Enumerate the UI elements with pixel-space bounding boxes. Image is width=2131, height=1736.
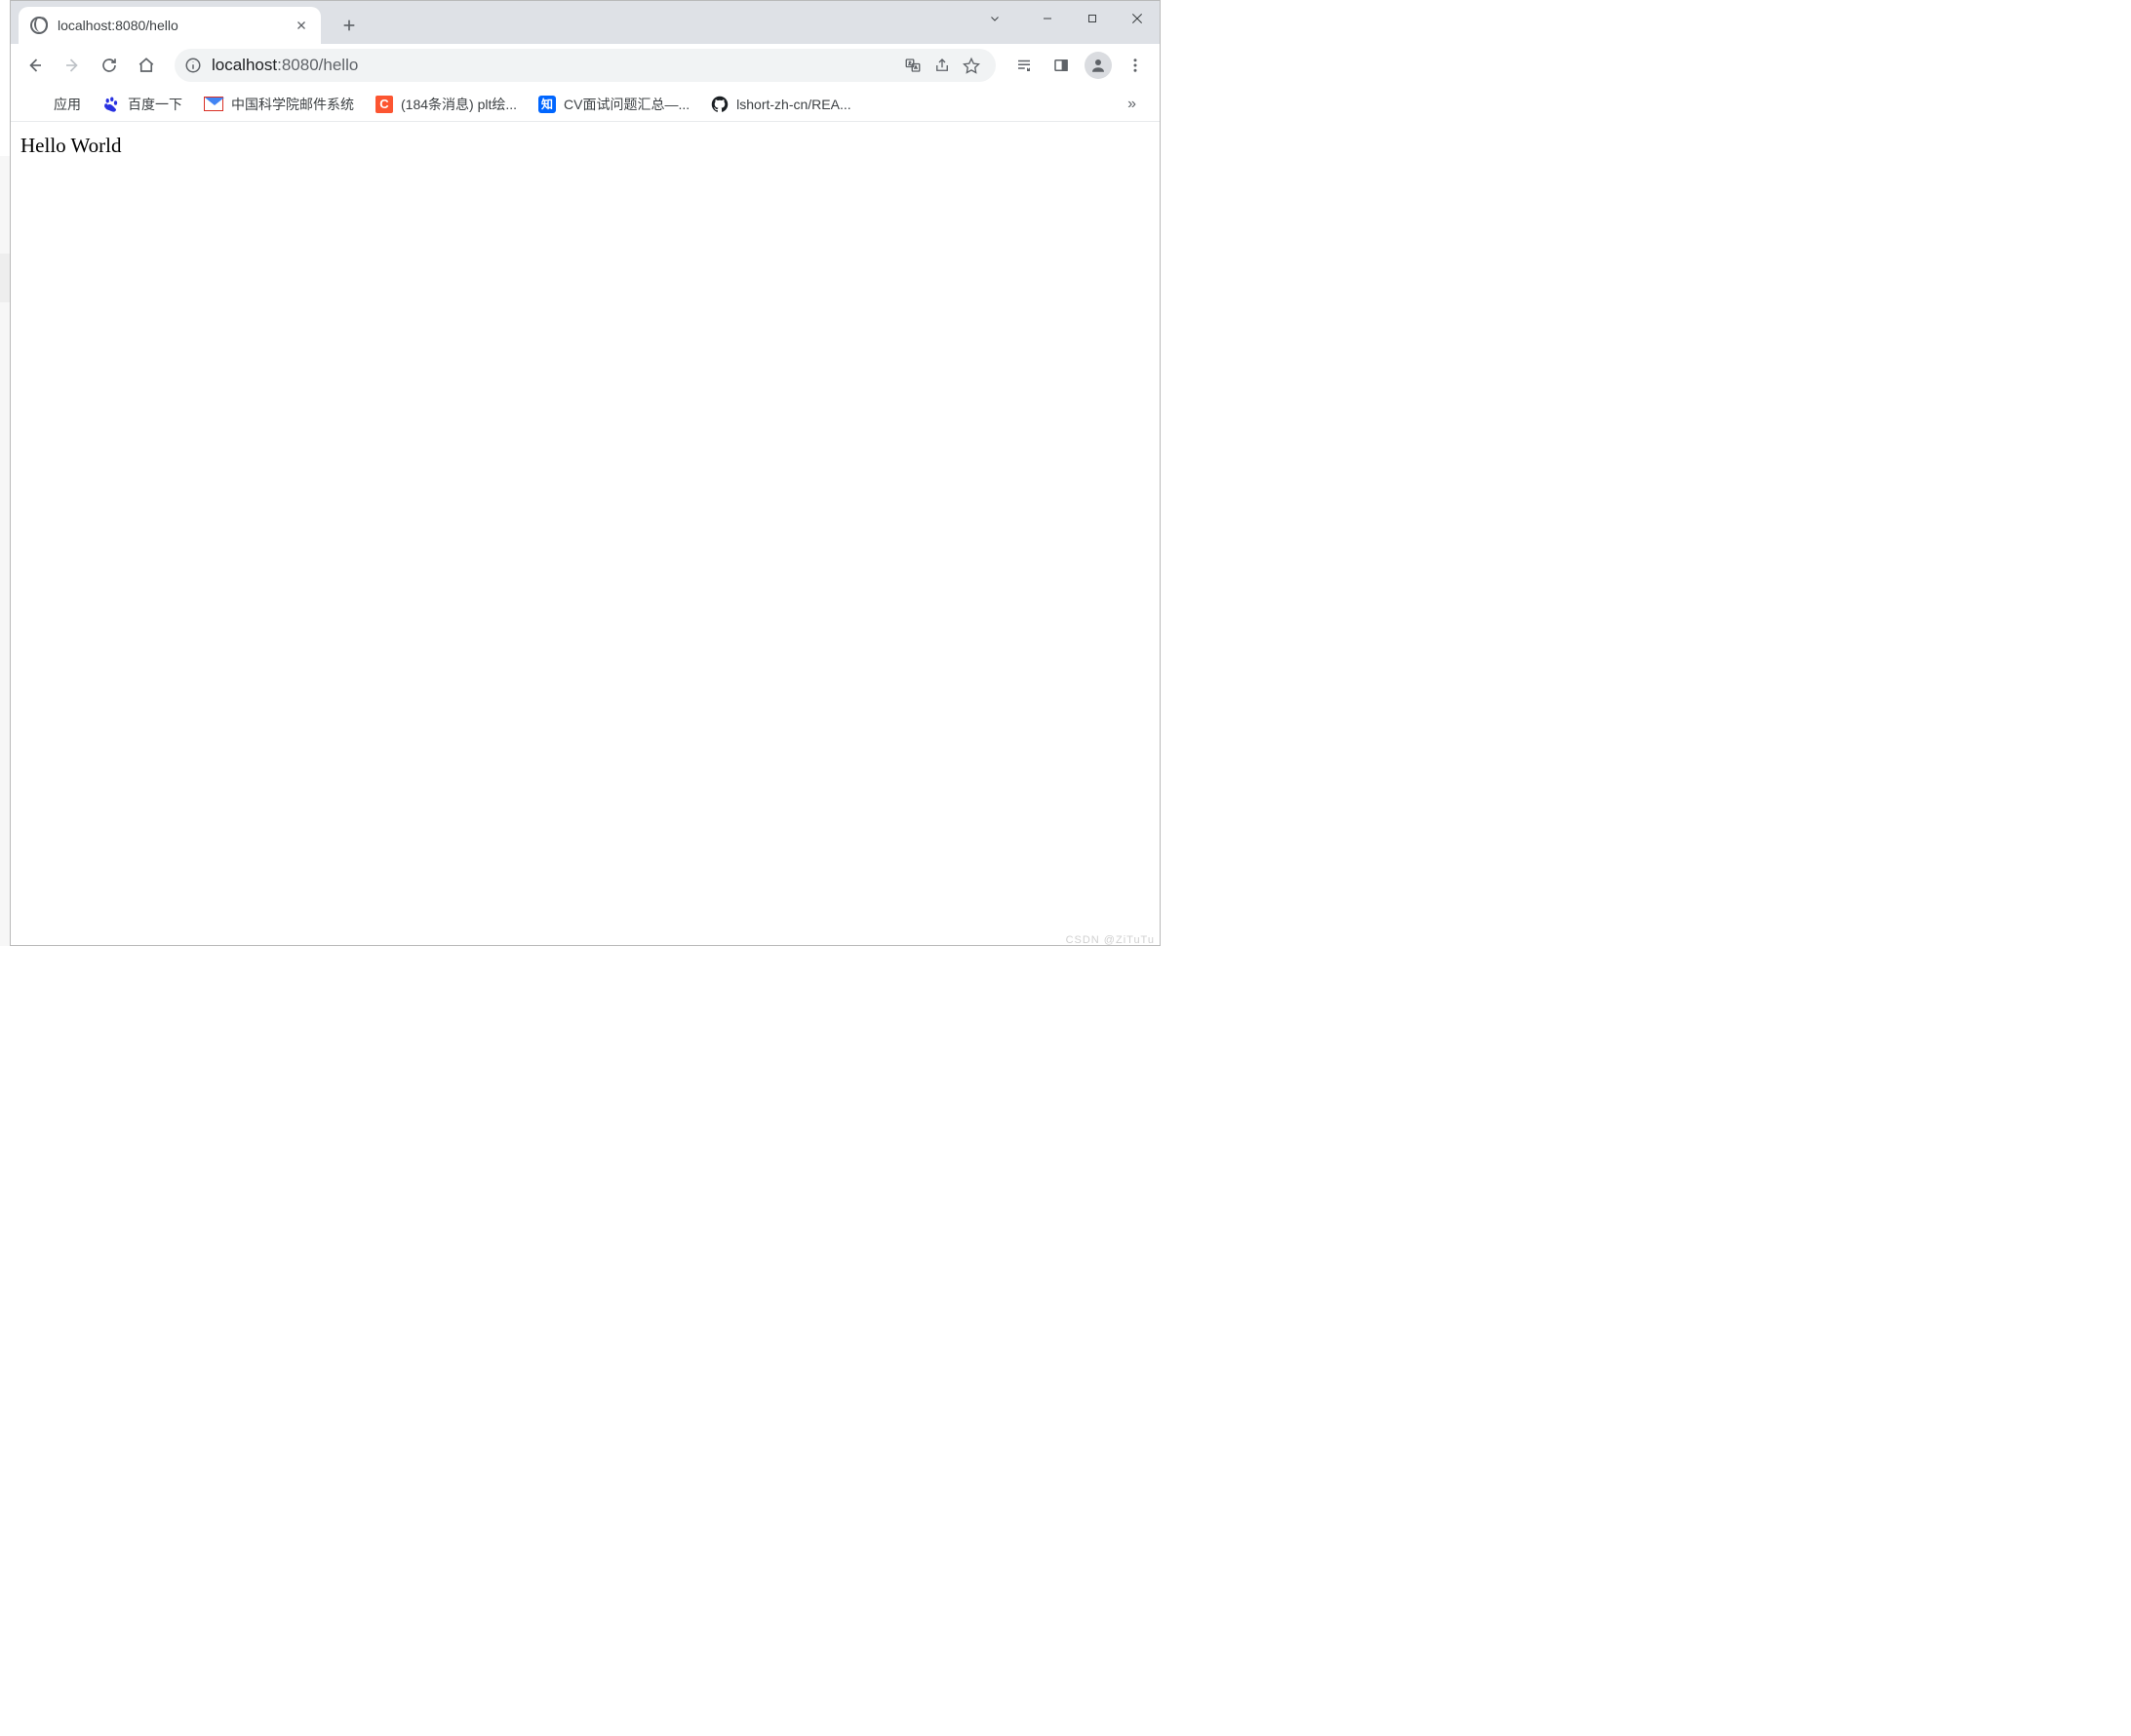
profile-button[interactable] [1082,49,1115,82]
bookmark-zhihu[interactable]: 知 CV面试问题汇总—... [531,91,697,118]
translate-icon[interactable] [898,51,927,80]
bookmark-label: 百度一下 [128,95,182,114]
close-tab-icon[interactable] [294,18,309,33]
back-button[interactable] [19,49,52,82]
tab-strip: localhost:8080/hello [11,1,1160,44]
url-path: /hello [319,56,359,74]
reading-list-icon[interactable] [1007,49,1041,82]
bookmark-label: 应用 [54,95,81,114]
share-icon[interactable] [927,51,957,80]
globe-icon [30,17,48,34]
background-strip-2 [0,254,10,302]
new-tab-button[interactable] [335,11,364,40]
window-close-button[interactable] [1115,3,1160,34]
bookmark-csdn[interactable]: C (184条消息) plt绘... [368,91,525,118]
baidu-icon [102,96,120,113]
bookmark-label: lshort-zh-cn/REA... [736,97,850,112]
window-maximize-button[interactable] [1070,3,1115,34]
bookmark-apps[interactable]: 应用 [20,91,89,118]
side-panel-icon[interactable] [1045,49,1078,82]
url-port: :8080 [277,56,319,74]
forward-button[interactable] [56,49,89,82]
menu-button[interactable] [1119,49,1152,82]
bookmarks-bar: 应用 百度一下 中国科学院邮件系统 C (184条消息) plt绘... 知 C… [11,87,1160,122]
reload-button[interactable] [93,49,126,82]
bookmark-star-icon[interactable] [957,51,986,80]
apps-grid-icon [28,96,46,113]
browser-tab[interactable]: localhost:8080/hello [19,7,321,44]
bookmarks-overflow-button[interactable]: » [1116,92,1150,117]
bookmark-label: (184条消息) plt绘... [401,95,517,114]
avatar-icon [1085,52,1112,79]
watermark: CSDN @ZiTuTu [1066,934,1155,946]
tab-title: localhost:8080/hello [58,18,294,33]
page-body-text: Hello World [20,134,1150,158]
bookmark-label: 中国科学院邮件系统 [231,95,354,114]
github-icon [711,96,729,113]
window-controls [978,1,1160,36]
toolbar: localhost:8080/hello [11,44,1160,87]
bookmark-baidu[interactable]: 百度一下 [95,91,190,118]
bookmark-label: CV面试问题汇总—... [564,95,690,114]
browser-window: localhost:8080/hello [10,0,1161,946]
page-content: Hello World [11,122,1160,945]
site-info-icon[interactable] [184,57,202,74]
home-button[interactable] [130,49,163,82]
address-bar[interactable]: localhost:8080/hello [175,49,996,82]
csdn-icon: C [375,96,393,113]
url-host: localhost [212,56,277,74]
window-minimize-button[interactable] [1025,3,1070,34]
bookmark-cas-mail[interactable]: 中国科学院邮件系统 [196,91,362,118]
mail-icon [204,97,223,111]
bookmark-github[interactable]: lshort-zh-cn/REA... [703,92,858,117]
url-text: localhost:8080/hello [212,56,898,75]
zhihu-icon: 知 [538,96,556,113]
tabs-dropdown-icon[interactable] [978,3,1011,34]
